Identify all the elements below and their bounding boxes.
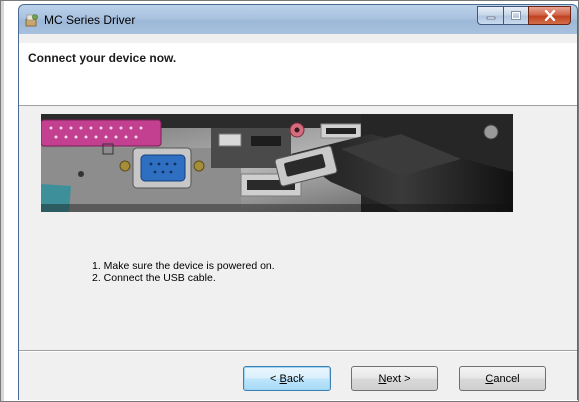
maximize-button[interactable]	[503, 6, 528, 25]
caption-buttons	[477, 6, 571, 25]
maximize-icon	[511, 11, 521, 20]
close-button[interactable]	[528, 6, 571, 25]
instruction-line-1: 1. Make sure the device is powered on.	[92, 260, 275, 272]
back-rest: ack	[286, 372, 304, 385]
minimize-icon	[486, 16, 495, 19]
cancel-rest: ancel	[493, 372, 520, 385]
back-prefix: <	[270, 372, 280, 385]
computer-ports-photo	[41, 114, 513, 212]
cancel-accel: C	[485, 372, 494, 385]
installer-window: MC Series Driver Connect your device now…	[18, 4, 578, 400]
minimize-button[interactable]	[477, 6, 503, 25]
back-accel: B	[279, 372, 287, 385]
next-rest: ext >	[386, 372, 411, 385]
wizard-header: Connect your device now.	[19, 43, 577, 105]
instruction-line-2: 2. Connect the USB cable.	[92, 272, 216, 284]
installer-app-icon	[25, 14, 38, 27]
window-title: MC Series Driver	[44, 13, 136, 27]
background-edge	[1, 1, 4, 401]
cancel-button[interactable]: Cancel	[459, 366, 546, 391]
back-button[interactable]: < Back	[243, 366, 331, 391]
next-accel: N	[378, 372, 387, 385]
header-title: Connect your device now.	[28, 51, 177, 65]
title-bar[interactable]: MC Series Driver	[18, 4, 578, 34]
next-button[interactable]: Next >	[351, 366, 438, 391]
dialog-client-area: Connect your device now. 1. Make sure th…	[18, 34, 578, 400]
footer-divider-highlight	[19, 351, 577, 352]
close-icon	[544, 10, 555, 21]
